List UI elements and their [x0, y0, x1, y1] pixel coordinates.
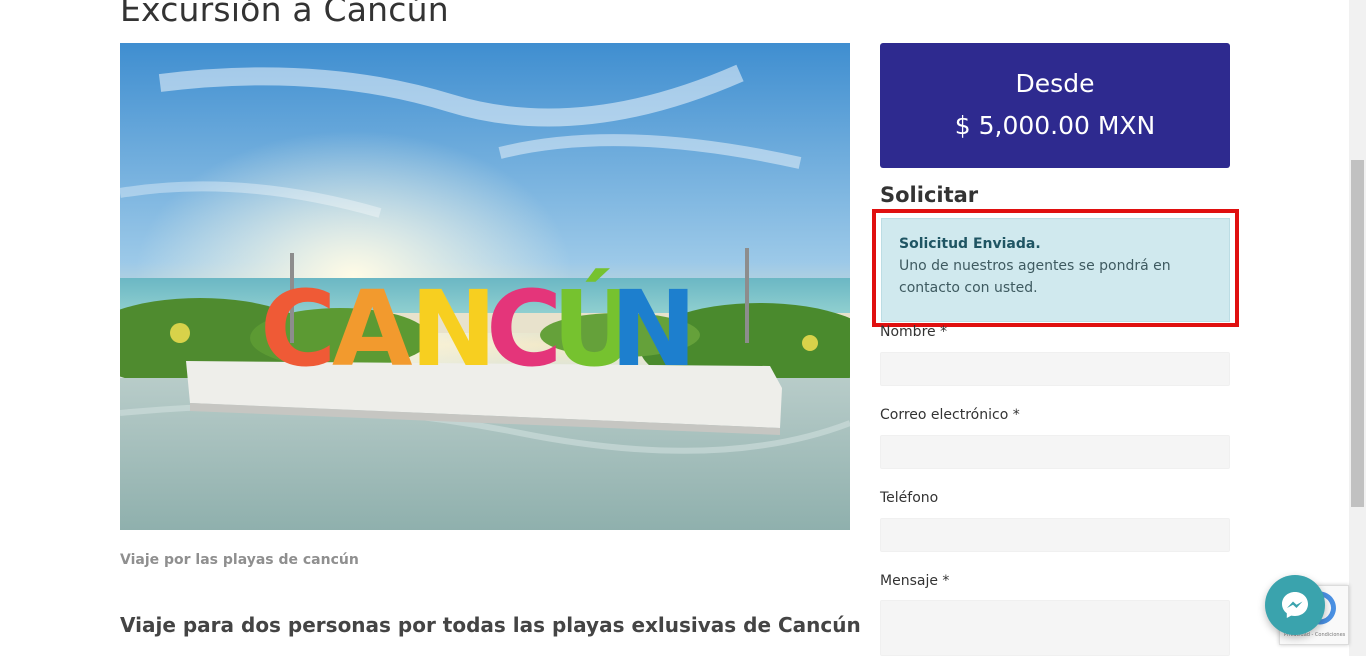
sign-letter: A [332, 268, 413, 390]
messenger-chat-button[interactable] [1265, 575, 1325, 635]
image-caption: Viaje por las playas de cancún [120, 552, 359, 568]
sign-letter: N [610, 268, 697, 390]
price-box: Desde $ 5,000.00 MXN [880, 43, 1230, 168]
sign-letter: C [260, 268, 336, 390]
name-field[interactable] [880, 352, 1230, 386]
alert-title: Solicitud Enviada. [899, 236, 1041, 252]
success-alert: Solicitud Enviada. Uno de nuestros agent… [881, 218, 1230, 322]
sign-letter: N [410, 268, 497, 390]
page-title: Excursión a Cancún [120, 0, 449, 29]
cancun-hero-image: C A N C Ú N [120, 43, 850, 530]
email-field[interactable] [880, 435, 1230, 469]
message-label: Mensaje * [880, 573, 950, 589]
name-label: Nombre * [880, 324, 948, 340]
scrollbar-thumb[interactable] [1351, 160, 1364, 507]
phone-field[interactable] [880, 518, 1230, 552]
email-label: Correo electrónico * [880, 407, 1020, 423]
sign-letter: C [486, 268, 562, 390]
phone-label: Teléfono [880, 490, 939, 506]
message-field[interactable] [880, 600, 1230, 656]
price-amount: $ 5,000.00 MXN [954, 111, 1156, 140]
tour-description-heading: Viaje para dos personas por todas las pl… [120, 613, 861, 637]
alert-message: Uno de nuestros agentes se pondrá en con… [899, 258, 1171, 296]
price-from-label: Desde [1015, 69, 1095, 98]
form-heading: Solicitar [880, 183, 979, 207]
messenger-icon [1282, 592, 1308, 618]
